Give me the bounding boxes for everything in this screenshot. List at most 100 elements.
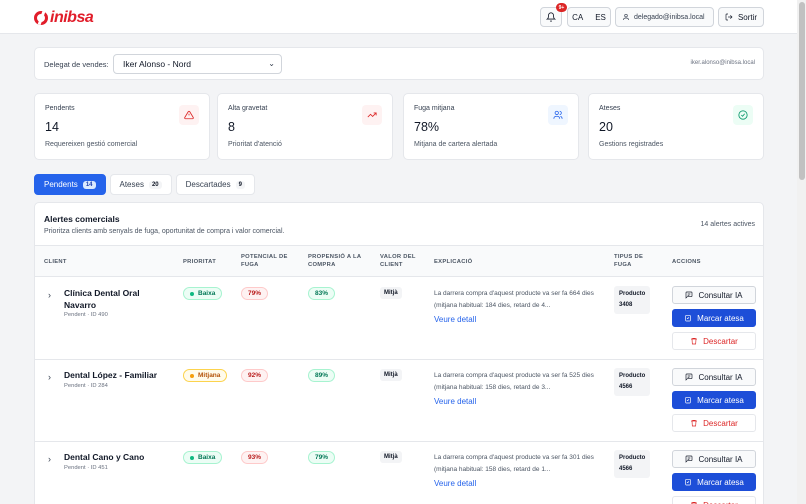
button-label: Marcar atesa <box>697 313 744 323</box>
button-label: Consultar IA <box>698 290 743 300</box>
explanation-text: La darrera compra d'aquest producte va s… <box>434 454 594 473</box>
tipus-line-1: Producto <box>619 455 646 461</box>
tipus-line-1: Producto <box>619 373 646 379</box>
descartar-button[interactable]: Descartar <box>672 496 756 504</box>
valor-badge: Mitjà <box>380 451 402 463</box>
lang-es-button[interactable]: ES <box>591 13 610 22</box>
message-icon <box>686 373 693 381</box>
button-label: Consultar IA <box>698 454 743 464</box>
language-switcher: CA ES <box>567 7 611 27</box>
card-subtitle: Prioritat d'atenció <box>228 141 282 148</box>
user-menu[interactable]: delegado@inibsa.local <box>615 7 714 27</box>
propensio-badge: 89% <box>308 369 336 382</box>
card-subtitle: Mitjana de cartera alertada <box>414 141 498 148</box>
alerts-title: Alertes comercials <box>44 214 120 224</box>
alerts-subtitle: Prioritza clients amb senyals de fuga, o… <box>44 228 285 235</box>
trash-icon <box>691 420 698 427</box>
marcar-atesa-button[interactable]: Marcar atesa <box>672 473 756 491</box>
tab-count-badge: 9 <box>235 180 245 189</box>
delegate-select[interactable]: Iker Alonso - Nord ⌄ <box>113 54 282 74</box>
message-icon <box>686 455 693 463</box>
tipus-fuga-badge: Producto 4566 <box>614 368 651 396</box>
logout-button[interactable]: Sortir <box>718 7 764 27</box>
marcar-atesa-button[interactable]: Marcar atesa <box>672 309 756 327</box>
page-scrollbar-thumb[interactable] <box>799 2 805 180</box>
inibsa-logo[interactable]: inibsa <box>34 9 94 27</box>
tipus-fuga-badge: Producto 3408 <box>614 286 651 314</box>
logout-icon <box>725 13 733 21</box>
tipus-fuga-badge: Producto 4566 <box>614 450 651 478</box>
notifications-button[interactable]: 9+ <box>540 3 567 27</box>
col-tipus-fuga: TIPUS DE FUGA <box>614 254 644 268</box>
descartar-button[interactable]: Descartar <box>672 414 756 432</box>
delegate-selector-panel: Delegat de vendes: Iker Alonso - Nord ⌄ … <box>34 47 764 80</box>
trending-up-icon <box>362 105 382 125</box>
tab-descartades[interactable]: Descartades 9 <box>175 174 255 195</box>
consultar-ia-button[interactable]: Consultar IA <box>672 450 756 468</box>
logout-label: Sortir <box>737 12 758 22</box>
users-icon <box>548 105 568 125</box>
button-label: Marcar atesa <box>697 395 744 405</box>
card-title: Pendents <box>45 105 75 112</box>
client-meta: Pendent · ID 490 <box>64 312 108 318</box>
card-value: 78% <box>414 120 440 134</box>
col-prioritat: PRIORITAT <box>183 259 217 265</box>
clipboard-check-icon <box>685 397 691 404</box>
client-meta: Pendent · ID 451 <box>64 465 108 471</box>
card-pendents: Pendents 14 Requereixen gestió comercial <box>34 93 210 160</box>
lang-ca-button[interactable]: CA <box>568 13 587 22</box>
button-label: Descartar <box>703 418 738 428</box>
tab-pendents[interactable]: Pendents 14 <box>34 174 106 195</box>
col-valor: VALOR DEL CLIENT <box>380 254 416 268</box>
delegate-email: iker.alonso@inibsa.local <box>690 60 755 66</box>
explanation-text: La darrera compra d'aquest producte va s… <box>434 290 594 309</box>
card-subtitle: Gestions registrades <box>599 141 664 148</box>
button-label: Descartar <box>703 336 738 346</box>
button-label: Descartar <box>703 501 738 504</box>
card-ateses: Ateses 20 Gestions registrades <box>588 93 764 160</box>
priority-badge: Baixa <box>183 287 223 300</box>
priority-label: Baixa <box>198 454 216 461</box>
card-title: Ateses <box>599 105 621 112</box>
marcar-atesa-button[interactable]: Marcar atesa <box>672 391 756 409</box>
priority-label: Baixa <box>198 290 216 297</box>
table-row: › Clínica Dental Oral Navarro Pendent · … <box>35 277 763 360</box>
tab-count-badge: 14 <box>82 180 96 189</box>
chevron-right-icon[interactable]: › <box>48 290 51 300</box>
message-icon <box>686 291 693 299</box>
col-accions: ACCIONS <box>672 259 701 265</box>
chevron-down-icon: ⌄ <box>268 59 275 68</box>
veure-detall-link[interactable]: Veure detall <box>434 397 476 406</box>
priority-dot-icon <box>190 373 194 378</box>
tab-ateses[interactable]: Ateses 20 <box>109 174 172 195</box>
propensio-badge: 83% <box>308 287 336 300</box>
chevron-right-icon[interactable]: › <box>48 372 51 382</box>
top-bar: inibsa 9+ CA ES delegado@inibsa.local So… <box>0 0 797 34</box>
chevron-right-icon[interactable]: › <box>48 454 51 464</box>
fuga-badge: 93% <box>241 451 269 464</box>
card-alta-gravetat: Alta gravetat 8 Prioritat d'atenció <box>217 93 393 160</box>
descartar-button[interactable]: Descartar <box>672 332 756 350</box>
consultar-ia-button[interactable]: Consultar IA <box>672 368 756 386</box>
table-row: › Dental Cano y Cano Pendent · ID 451 Ba… <box>35 441 763 504</box>
brand-name: inibsa <box>50 9 94 26</box>
consultar-ia-button[interactable]: Consultar IA <box>672 286 756 304</box>
priority-badge: Mitjana <box>183 369 228 382</box>
valor-badge: Mitjà <box>380 369 402 381</box>
alerts-count: 14 alertes actives <box>700 221 755 228</box>
card-value: 20 <box>599 120 613 134</box>
card-value: 14 <box>45 120 59 134</box>
priority-dot-icon <box>190 291 194 296</box>
veure-detall-link[interactable]: Veure detall <box>434 479 476 488</box>
card-fuga-mitjana: Fuga mitjana 78% Mitjana de cartera aler… <box>403 93 579 160</box>
veure-detall-link[interactable]: Veure detall <box>434 315 476 324</box>
warning-triangle-icon <box>179 105 199 125</box>
card-title: Fuga mitjana <box>414 105 455 112</box>
delegate-select-value: Iker Alonso - Nord <box>123 59 192 69</box>
priority-dot-icon <box>190 455 194 460</box>
tipus-line-2: 3408 <box>619 302 633 308</box>
trash-icon <box>691 338 698 345</box>
clipboard-check-icon <box>685 315 691 322</box>
card-title: Alta gravetat <box>228 105 268 112</box>
valor-badge: Mitjà <box>380 287 402 299</box>
